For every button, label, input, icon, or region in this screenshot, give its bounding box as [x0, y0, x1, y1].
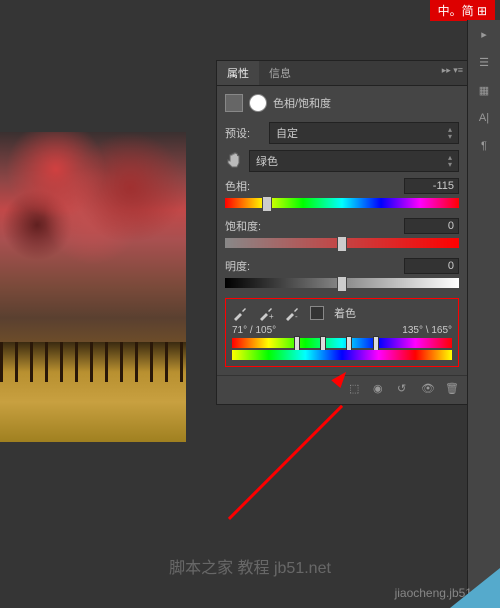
svg-text:-: - — [295, 312, 298, 321]
reset-icon[interactable]: ↺ — [397, 382, 413, 398]
saturation-thumb[interactable] — [337, 236, 347, 252]
hue-slider[interactable] — [225, 198, 459, 208]
spectrum-bottom — [232, 350, 452, 360]
history-icon[interactable]: ☰ — [468, 48, 500, 76]
targeted-adjust-icon[interactable] — [225, 151, 245, 171]
preset-dropdown[interactable]: 自定 ▴▾ — [269, 122, 459, 144]
range-right: 135° \ 165° — [402, 325, 452, 336]
hue-input[interactable]: -115 — [404, 178, 459, 194]
dropdown-arrows-icon: ▴▾ — [448, 126, 452, 140]
watermark-center: 脚本之家 教程 jb51.net — [169, 554, 331, 578]
hue-thumb[interactable] — [262, 196, 272, 212]
eyedropper-icon[interactable] — [232, 305, 248, 321]
svg-text:+: + — [269, 312, 274, 321]
spectrum-top[interactable] — [232, 338, 452, 348]
mask-icon — [249, 94, 267, 112]
lightness-label: 明度: — [225, 258, 250, 274]
preset-label: 预设: — [225, 125, 265, 141]
adjustment-title: 色相/饱和度 — [273, 95, 331, 111]
properties-panel: 属性 信息 ▸▸ ▾≡ 色相/饱和度 预设: 自定 ▴▾ 绿色 ▴▾ — [216, 60, 468, 405]
lightness-input[interactable]: 0 — [404, 258, 459, 274]
preset-value: 自定 — [276, 125, 298, 141]
saturation-slider[interactable] — [225, 238, 459, 248]
photo-trees — [0, 132, 186, 318]
hue-label: 色相: — [225, 178, 250, 194]
swatch-icon[interactable]: ▦ — [468, 76, 500, 104]
dropdown-arrows-icon: ▴▾ — [448, 154, 452, 168]
panel-tabs: 属性 信息 ▸▸ ▾≡ — [217, 61, 467, 86]
annotation-arrow — [230, 380, 370, 520]
trash-icon[interactable]: 🗑 — [445, 382, 461, 398]
lightness-thumb[interactable] — [337, 276, 347, 292]
adjustment-icon — [225, 94, 243, 112]
saturation-input[interactable]: 0 — [404, 218, 459, 234]
right-toolbar: ▸ ☰ ▦ A| ¶ — [467, 20, 500, 608]
view-previous-icon[interactable]: ◉ — [373, 382, 389, 398]
tab-info[interactable]: 信息 — [259, 61, 301, 85]
image-canvas[interactable] — [0, 132, 186, 442]
corner-fold — [450, 568, 500, 608]
color-range-section: + - 着色 71° / 105° 135° \ 165° — [225, 298, 459, 367]
tab-properties[interactable]: 属性 — [217, 61, 259, 85]
panel-menu-icon[interactable]: ▸▸ ▾≡ — [442, 65, 463, 76]
saturation-label: 饱和度: — [225, 218, 261, 234]
color-range-value: 绿色 — [256, 153, 278, 169]
photo-railing — [0, 342, 186, 382]
eyedropper-plus-icon[interactable]: + — [258, 305, 274, 321]
lightness-slider[interactable] — [225, 278, 459, 288]
colorize-label: 着色 — [334, 305, 356, 321]
paragraph-icon[interactable]: ¶ — [468, 132, 500, 160]
range-left: 71° / 105° — [232, 325, 276, 336]
flyout-icon[interactable]: ▸ — [468, 20, 500, 48]
colorize-checkbox[interactable] — [310, 306, 324, 320]
ime-indicator: 中。简 ⊞ — [430, 0, 495, 21]
color-range-dropdown[interactable]: 绿色 ▴▾ — [249, 150, 459, 172]
text-icon[interactable]: A| — [468, 104, 500, 132]
eyedropper-minus-icon[interactable]: - — [284, 305, 300, 321]
visibility-icon[interactable]: 👁 — [421, 382, 437, 398]
adjustment-header: 色相/饱和度 — [225, 94, 459, 112]
